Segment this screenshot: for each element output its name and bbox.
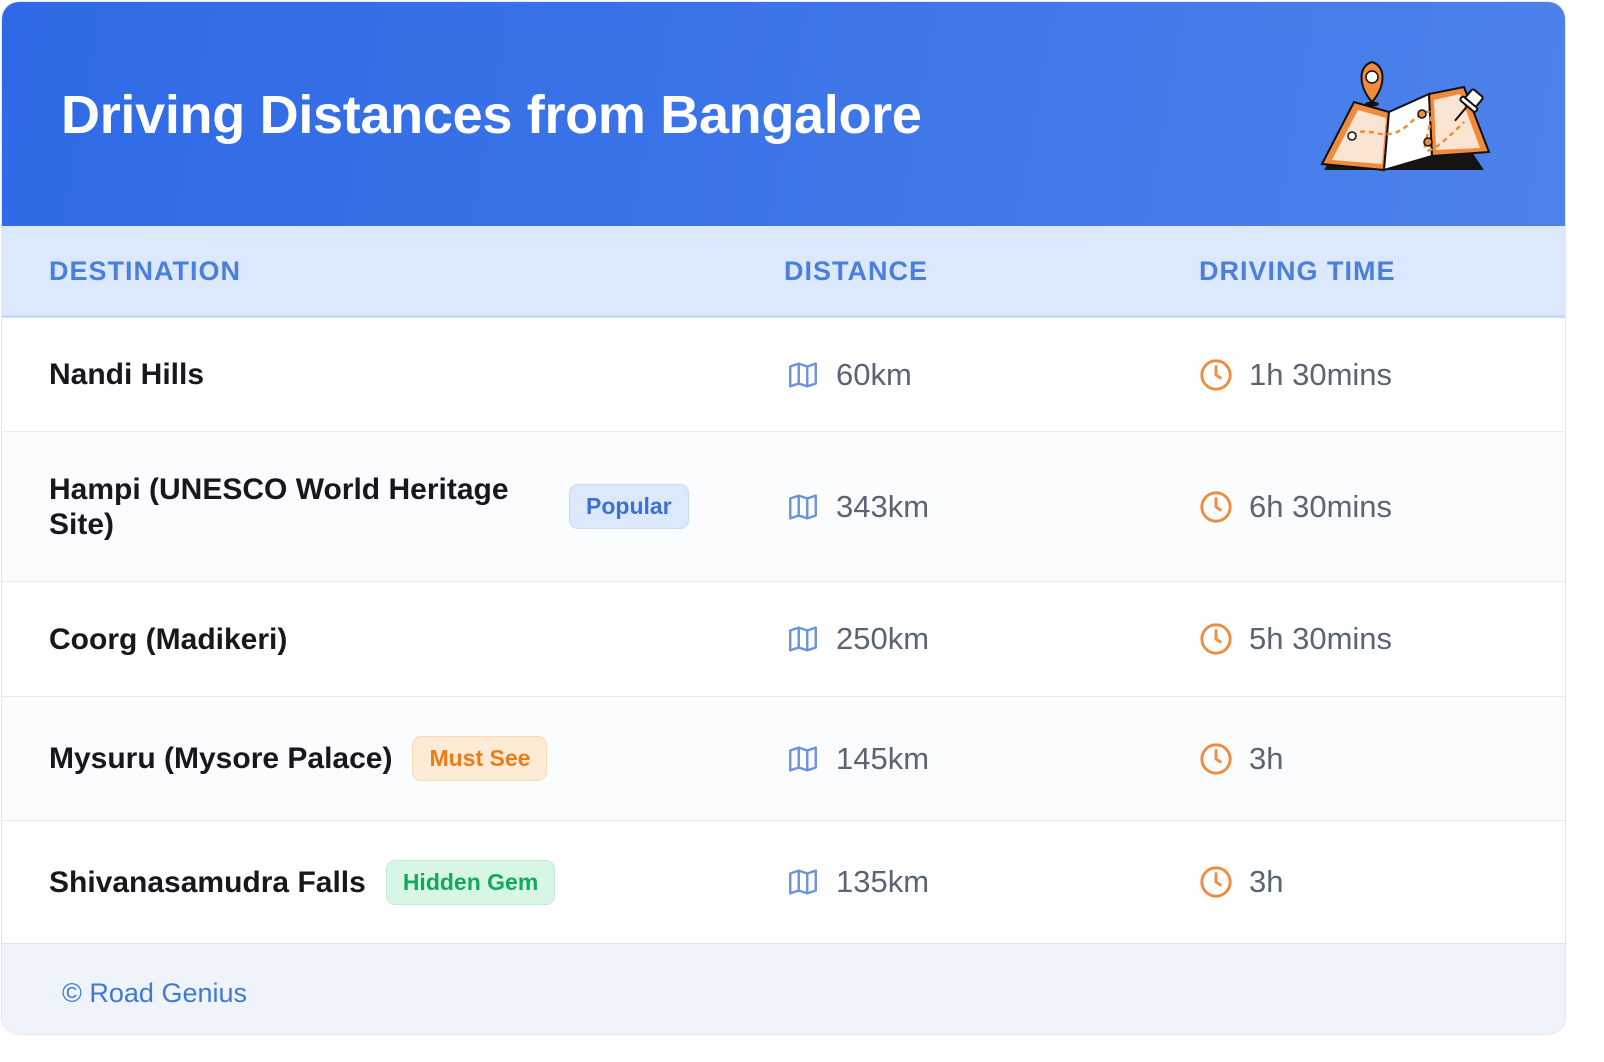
distance-cell: 250km — [786, 582, 929, 696]
clock-icon — [1200, 490, 1232, 523]
distance-value: 135km — [836, 864, 930, 899]
column-header-distance: DISTANCE — [784, 256, 929, 286]
distance-cell: 145km — [786, 697, 929, 820]
column-header-destination: DESTINATION — [49, 256, 241, 286]
table-row: Coorg (Madikeri) 250km 5h 30mins — [2, 582, 1565, 697]
table-row: Shivanasamudra Falls Hidden Gem 135km 3h — [2, 821, 1565, 943]
map-icon — [789, 869, 817, 895]
distance-card: Driving Distances from Bangalore DESTINA… — [1, 1, 1566, 1035]
distance-value: 60km — [836, 356, 912, 392]
table-header: DESTINATION DISTANCE DRIVING TIME — [2, 226, 1565, 318]
time-value: 5h 30mins — [1249, 621, 1393, 656]
time-cell: 3h — [1199, 697, 1283, 820]
column-header-driving-time: DRIVING TIME — [1199, 256, 1396, 286]
footer: © Road Genius — [2, 943, 1565, 1034]
map-icon — [789, 361, 817, 388]
destination-name: Nandi Hills — [49, 358, 205, 391]
distance-cell: 343km — [786, 432, 929, 581]
distance-cell: 135km — [786, 821, 929, 943]
page-title: Driving Distances from Bangalore — [61, 85, 922, 145]
destination-name: Coorg (Madikeri) — [49, 622, 288, 656]
distance-cell: 60km — [786, 318, 912, 431]
time-cell: 3h — [1199, 821, 1283, 943]
destination-name: Hampi (UNESCO World Heritage Site) — [49, 472, 509, 541]
map-pin-illustration — [1320, 60, 1491, 172]
badge-must-see: Must See — [412, 736, 548, 781]
clock-icon — [1200, 358, 1232, 391]
clock-icon — [1200, 866, 1232, 898]
clock-icon — [1200, 742, 1232, 775]
time-cell: 5h 30mins — [1199, 582, 1392, 696]
distance-value: 250km — [836, 621, 930, 656]
time-cell: 6h 30mins — [1199, 432, 1392, 581]
time-value: 3h — [1249, 864, 1284, 899]
distance-value: 343km — [836, 488, 930, 524]
distance-value: 145km — [836, 740, 930, 776]
clock-icon — [1200, 623, 1232, 655]
destination-name: Mysuru (Mysore Palace) — [49, 742, 393, 775]
badge-popular: Popular — [569, 484, 689, 529]
header-banner: Driving Distances from Bangalore — [2, 2, 1565, 226]
map-icon — [789, 493, 817, 520]
table-row: Nandi Hills 60km 1h 30mins — [2, 318, 1565, 432]
table-row: Mysuru (Mysore Palace) Must See 145km 3h — [2, 697, 1565, 821]
time-value: 1h 30mins — [1249, 356, 1393, 392]
table-row: Hampi (UNESCO World Heritage Site) Popul… — [2, 432, 1565, 582]
destination-name: Shivanasamudra Falls — [49, 865, 366, 899]
time-cell: 1h 30mins — [1199, 318, 1392, 431]
map-icon — [789, 626, 817, 652]
time-value: 6h 30mins — [1249, 488, 1393, 524]
time-value: 3h — [1249, 740, 1284, 776]
footer-credit[interactable]: © Road Genius — [62, 978, 247, 1009]
map-icon — [789, 745, 817, 772]
badge-hidden-gem: Hidden Gem — [385, 859, 556, 905]
